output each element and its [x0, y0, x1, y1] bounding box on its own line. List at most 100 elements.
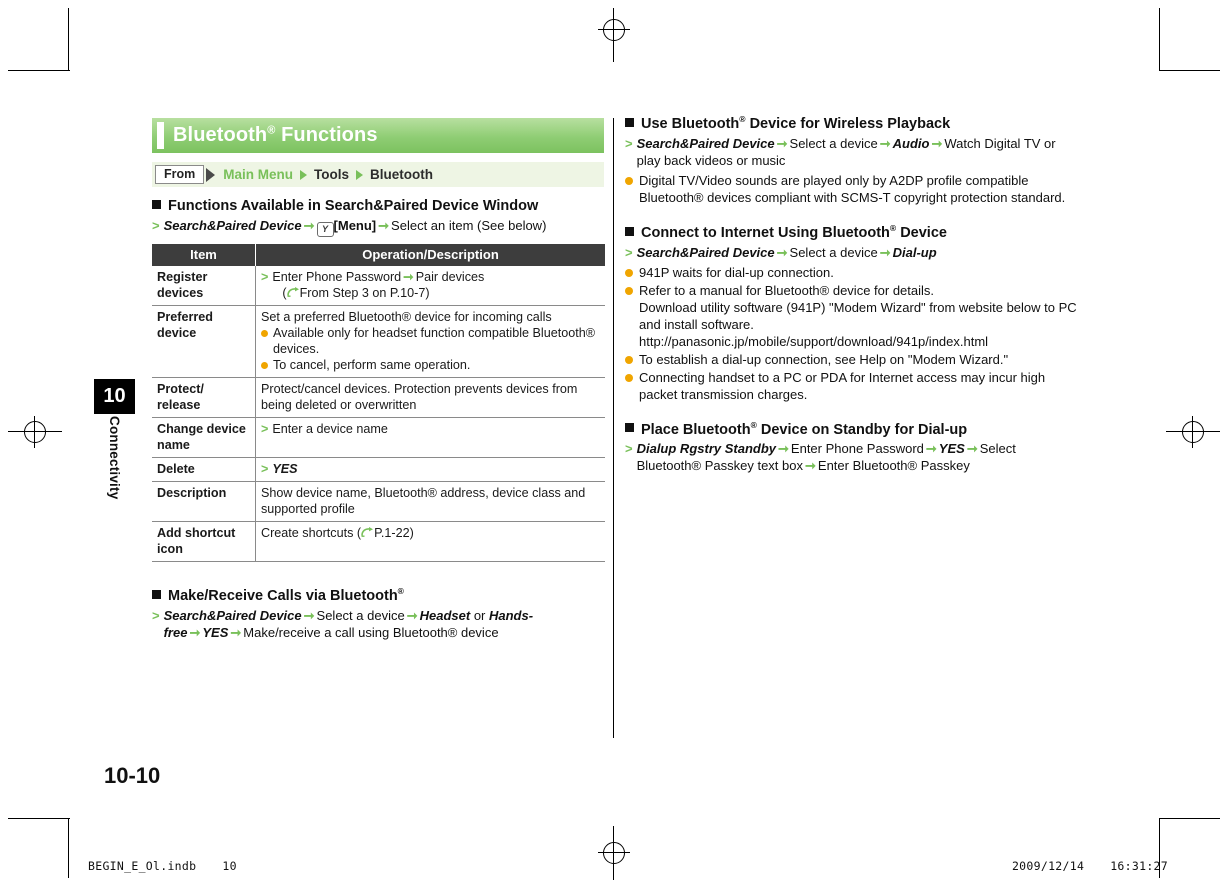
reference-arrow-icon	[286, 287, 299, 297]
table-cell-step-text: Enter a device name	[272, 422, 388, 436]
step-marker-icon: >	[261, 270, 269, 284]
right-column: Use Bluetooth® Device for Wireless Playb…	[625, 114, 1077, 476]
table-header-row: Item Operation/Description	[152, 244, 605, 266]
square-bullet-icon	[625, 117, 634, 127]
functions-table: Item Operation/Description Register devi…	[152, 244, 605, 562]
step-marker-icon: >	[625, 244, 633, 260]
heading-functions-available: Functions Available in Search&Paired Dev…	[152, 198, 604, 214]
heading-wireless-playback: Use Bluetooth® Device for Wireless Playb…	[625, 114, 1077, 132]
table-cell-item: Delete	[152, 457, 256, 482]
table-cell-item: Protect/ release	[152, 377, 256, 418]
table-cell-item: Preferred device	[152, 305, 256, 378]
note-dialup-help: To establish a dial-up connection, see H…	[625, 351, 1077, 368]
table-cell-desc-text: Create shortcuts (	[261, 526, 362, 540]
table-cell-desc: > YES	[255, 457, 605, 482]
table-cell-step: > Enter a device name	[261, 421, 600, 437]
left-column: Functions Available in Search&Paired Dev…	[152, 198, 605, 643]
step-make-receive-calls-text: Search&Paired Device ➞ Select a device ➞ Hea…	[163, 607, 534, 640]
note-refer-manual: Refer to a manual for Bluetooth® device …	[625, 282, 1077, 350]
step-or: or	[473, 607, 486, 623]
table-row: Delete > YES	[152, 457, 605, 482]
step-select-device: Select a device	[316, 607, 405, 623]
step-target-search-paired: Search&Paired Device	[636, 244, 775, 260]
registration-mark-right	[1166, 416, 1220, 448]
note-packet-charges: Connecting handset to a PC or PDA for In…	[625, 369, 1077, 403]
title-accent-tick	[157, 122, 164, 149]
table-cell-desc-text: Set a preferred Bluetooth® device for in…	[261, 310, 552, 324]
step-target-dialup-standby: Dialup Rgstry Standby	[636, 441, 777, 457]
table-cell-step-text: YES	[272, 462, 298, 476]
table-cell-item: Add shortcut icon	[152, 521, 256, 562]
reference-arrow-icon	[361, 527, 374, 537]
step-reference: From Step 3 on P.10-7)	[299, 286, 430, 300]
bullet-dot-icon	[625, 373, 633, 382]
footer-left: BEGIN_E_Ol.indb 10	[88, 859, 237, 873]
table-row: Protect/ release Protect/cancel devices.…	[152, 377, 605, 418]
step-marker-icon: >	[261, 422, 269, 436]
table-cell-bullet: To cancel, perform same operation.	[261, 357, 600, 373]
chapter-number: 10	[103, 385, 126, 407]
table-cell-bullet-text: Available only for headset function comp…	[273, 326, 595, 356]
step-marker-icon: >	[261, 462, 269, 476]
column-divider	[613, 118, 614, 738]
step-select-device: Select a device	[789, 135, 878, 151]
breadcrumb: From Main Menu Tools Bluetooth	[152, 162, 604, 187]
table-cell-desc: Create shortcuts (P.1-22)	[255, 521, 605, 562]
page-title-bar: Bluetooth® Functions	[152, 118, 604, 153]
heading-connect-internet: Connect to Internet Using Bluetooth® Dev…	[625, 223, 1077, 241]
registration-mark-top	[598, 8, 630, 62]
menu-key-icon: Y	[316, 222, 334, 237]
step-option-yes: YES	[202, 624, 229, 640]
bullet-dot-icon	[625, 268, 633, 277]
breadcrumb-from-chip: From	[155, 164, 205, 185]
footer-date: 2009/12/14	[1011, 859, 1085, 873]
chevron-right-icon-2	[356, 169, 363, 180]
table-cell-desc: Show device name, Bluetooth® address, de…	[255, 481, 605, 522]
chapter-label: Connectivity	[107, 416, 122, 500]
page-number: 10-10	[104, 763, 161, 788]
crop-mark-tr-v	[1159, 8, 1160, 70]
step-search-paired-menu-text: Search&Paired Device ➞ Y [Menu] ➞ Select an i…	[164, 217, 604, 237]
step-option-dialup: Dial-up	[892, 244, 937, 260]
note-941p-waits-text: 941P waits for dial-up connection.	[639, 264, 834, 280]
heading-standby-dialup: Place Bluetooth® Device on Standby for D…	[625, 419, 1077, 438]
note-packet-charges-text: Connecting handset to a PC or PDA for In…	[639, 369, 1046, 402]
step-connect-internet: > Search&Paired Device ➞ Select a device ➞ D…	[625, 244, 1077, 261]
bullet-dot-icon	[625, 355, 633, 364]
breadcrumb-arrow-icon	[206, 167, 216, 182]
table-cell-item: Change device name	[152, 417, 256, 458]
step-pair-devices: Pair devices	[415, 270, 485, 284]
breadcrumb-item-bluetooth: Bluetooth	[370, 167, 433, 182]
table-row: Preferred device Set a preferred Bluetoo…	[152, 305, 605, 378]
table-cell-bullet: Available only for headset function comp…	[261, 325, 600, 357]
crop-mark-tl-h	[8, 70, 70, 71]
footer-time: 16:31:27	[1110, 859, 1168, 873]
table-cell-step: > YES	[261, 461, 600, 477]
step-select-device: Select a device	[789, 244, 878, 260]
table-cell-desc: > Enter a device name	[255, 417, 605, 458]
note-a2dp: Digital TV/Video sounds are played only …	[625, 172, 1077, 206]
bullet-dot-icon	[261, 330, 268, 337]
table-header-operation: Operation/Description	[255, 244, 605, 266]
table-cell-bullet-text: To cancel, perform same operation.	[273, 358, 471, 372]
heading-standby-dialup-text: Place Bluetooth® Device on Standby for D…	[641, 419, 968, 438]
bullet-dot-icon	[261, 362, 268, 369]
step-enter-passkey: Enter Bluetooth® Passkey	[817, 458, 970, 474]
table-row: Register devices > Enter Phone Password ➞…	[152, 266, 605, 306]
table-row: Add shortcut icon Create shortcuts (P.1-…	[152, 521, 605, 562]
step-target-search-paired: Search&Paired Device	[636, 135, 775, 151]
chapter-number-tab: 10	[94, 379, 135, 414]
step-standby-dialup-text: Dialup Rgstry Standby ➞ Enter Phone Passwo…	[636, 441, 1016, 474]
registration-mark-bottom	[598, 826, 630, 880]
note-refer-manual-text: Refer to a manual for Bluetooth® device …	[639, 282, 1077, 350]
step-target-search-paired: Search&Paired Device	[163, 218, 302, 233]
table-row: Change device name > Enter a device name	[152, 417, 605, 458]
crop-mark-br-h	[1159, 818, 1220, 819]
step-connect-internet-text: Search&Paired Device ➞ Select a device ➞ Dia…	[636, 244, 937, 260]
table-cell-step: > Enter Phone Password ➞ Pair devices (Fro…	[261, 269, 600, 301]
note-refer-manual-line1: Refer to a manual for Bluetooth® device …	[639, 282, 935, 298]
crop-mark-bl-h	[8, 818, 70, 819]
table-cell-desc: > Enter Phone Password ➞ Pair devices (Fro…	[255, 266, 605, 306]
table-header-item: Item	[152, 244, 256, 266]
step-option-yes: YES	[938, 441, 965, 457]
